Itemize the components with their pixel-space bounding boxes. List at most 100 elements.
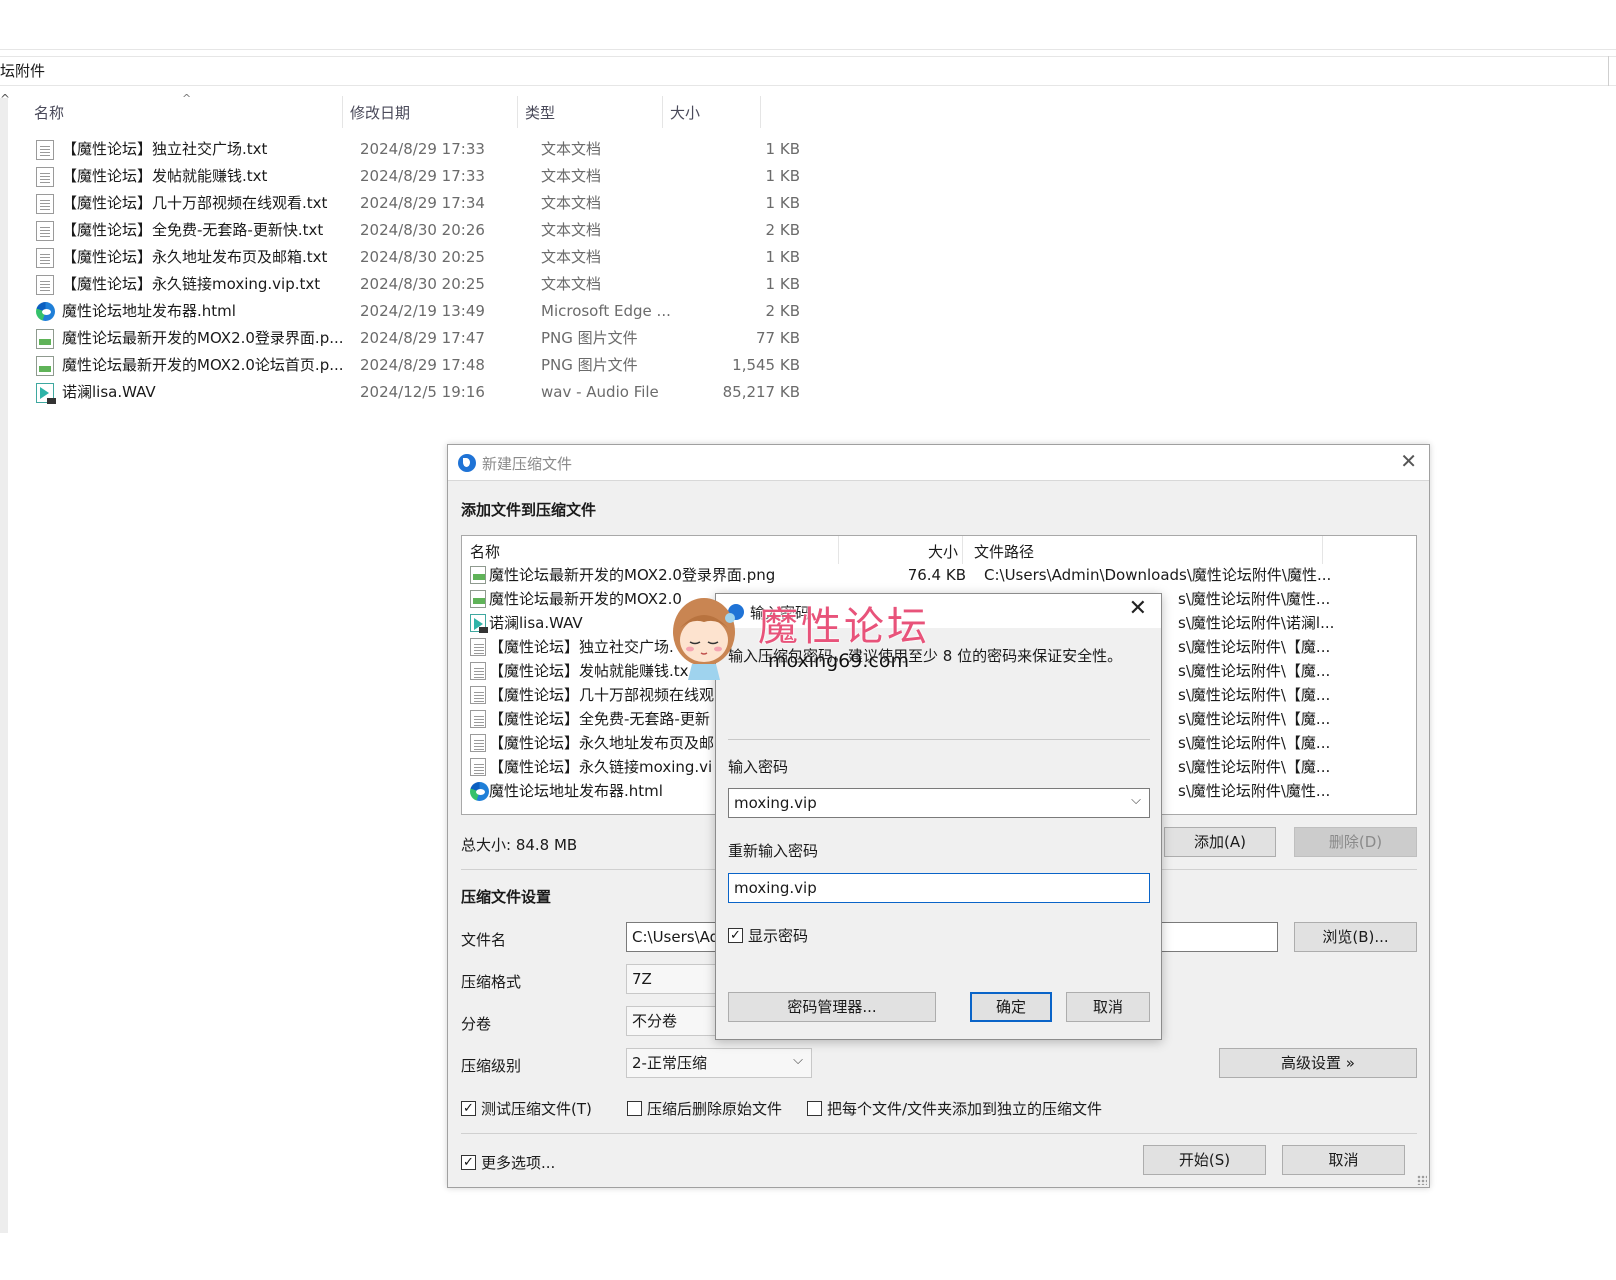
checkbox-unchecked[interactable] [627,1101,642,1116]
close-icon[interactable]: ✕ [1129,596,1147,621]
confirm-password-input[interactable]: moxing.vip [728,873,1150,903]
file-type: 文本文档 [541,248,602,266]
file-row[interactable]: 【魔性论坛】几十万部视频在线观看.txt 2024/8/29 17:34 文本文档 1… [26,190,800,217]
file-name: 【魔性论坛】独立社交广场.txt [62,140,268,158]
file-modified: 2024/8/29 17:48 [360,356,485,374]
file-size: 1 KB [765,167,800,185]
checkbox-checked[interactable] [461,1155,476,1170]
checkbox-checked[interactable] [728,928,743,943]
list-header-path[interactable]: 文件路径 [974,541,1034,562]
item-path: s\魔性论坛附件\【魔... [1178,710,1331,728]
more-options-checkbox[interactable]: 更多选项... [461,1152,555,1173]
list-header-name[interactable]: 名称 [470,541,500,562]
item-path: s\魔性论坛附件\【魔... [1178,758,1331,776]
file-type: Microsoft Edge ... [541,302,671,320]
item-name: 魔性论坛最新开发的MOX2.0 [489,590,682,608]
list-item[interactable]: 魔性论坛最新开发的MOX2.0登录界面.png 76.4 KB C:\Users\A… [462,563,1416,587]
ok-button[interactable]: 确定 [970,992,1052,1022]
browse-button[interactable]: 浏览(B)... [1294,922,1417,952]
file-name: 【魔性论坛】发帖就能赚钱.txt [62,167,268,185]
address-bar-scroll-edge [1608,56,1616,86]
format-label: 压缩格式 [461,973,522,991]
column-divider[interactable] [962,536,963,564]
password-label: 输入密码 [728,758,789,776]
level-select[interactable]: 2-正常压缩 [626,1048,812,1078]
column-divider[interactable] [760,96,761,128]
column-header-size[interactable]: 大小 [670,102,700,123]
text-file-icon [470,734,486,752]
file-row[interactable]: 【魔性论坛】独立社交广场.txt 2024/8/29 17:33 文本文档 1 KB [26,136,800,163]
item-path: s\魔性论坛附件\【魔... [1178,662,1331,680]
column-divider[interactable] [517,96,518,128]
file-type: 文本文档 [541,275,602,293]
file-size: 85,217 KB [722,383,800,401]
file-modified: 2024/8/30 20:25 [360,248,485,266]
column-divider[interactable] [838,536,839,564]
image-file-icon [36,329,54,349]
file-row[interactable]: 【魔性论坛】永久地址发布页及邮箱.txt 2024/8/30 20:25 文本文档 1… [26,244,800,271]
file-row[interactable]: 魔性论坛地址发布器.html 2024/2/19 13:49 Microsoft E… [26,298,800,325]
navigation-pane-scrollbar[interactable]: ^ [0,92,10,1233]
file-row[interactable]: 【魔性论坛】发帖就能赚钱.txt 2024/8/29 17:33 文本文档 1 KB [26,163,800,190]
delete-button[interactable]: 删除(D) [1294,827,1417,857]
dialog-title-bar[interactable]: 新建压缩文件 ✕ [448,445,1429,481]
password-input[interactable]: moxing.vip [728,788,1150,818]
column-header-modified[interactable]: 修改日期 [350,102,410,123]
image-file-icon [36,356,54,376]
file-size: 1 KB [765,248,800,266]
separate-archives-checkbox[interactable]: 把每个文件/文件夹添加到独立的压缩文件 [807,1098,1102,1119]
scroll-up-icon[interactable]: ^ [0,92,10,106]
file-size: 2 KB [765,302,800,320]
cancel-button[interactable]: 取消 [1066,992,1150,1022]
file-row[interactable]: 【魔性论坛】全免费-无套路-更新快.txt 2024/8/30 20:26 文本文档… [26,217,800,244]
file-type: 文本文档 [541,167,602,185]
text-file-icon [470,758,486,776]
list-header-size[interactable]: 大小 [928,541,958,562]
advanced-settings-button[interactable]: 高级设置 » [1219,1048,1417,1078]
column-divider[interactable] [342,96,343,128]
password-dialog-title-bar[interactable]: 输入密码 ✕ [716,594,1161,628]
password-dialog-title: 输入密码 [750,604,811,622]
text-file-icon [470,638,486,656]
file-rows: 【魔性论坛】独立社交广场.txt 2024/8/29 17:33 文本文档 1 KB … [26,136,800,406]
file-row[interactable]: 魔性论坛最新开发的MOX2.0论坛首页.p... 2024/8/29 17:48 P… [26,352,800,379]
resize-grip-icon[interactable] [1417,1175,1427,1185]
checkbox-label: 把每个文件/文件夹添加到独立的压缩文件 [827,1100,1103,1118]
file-modified: 2024/8/30 20:25 [360,275,485,293]
item-path: s\魔性论坛附件\【魔... [1178,734,1331,752]
text-file-icon [36,221,54,241]
file-row[interactable]: 魔性论坛最新开发的MOX2.0登录界面.p... 2024/8/29 17:47 P… [26,325,800,352]
show-password-checkbox[interactable]: 显示密码 [728,925,808,946]
add-button[interactable]: 添加(A) [1164,827,1276,857]
text-file-icon [36,140,54,160]
checkbox-unchecked[interactable] [807,1101,822,1116]
password-manager-button[interactable]: 密码管理器... [728,992,936,1022]
checkbox-checked[interactable] [461,1101,476,1116]
address-bar[interactable]: 坛附件 [0,56,1616,86]
item-name: 【魔性论坛】独立社交广场. [489,638,674,656]
column-header-type[interactable]: 类型 [525,102,555,123]
file-modified: 2024/8/29 17:33 [360,167,485,185]
add-files-section-title: 添加文件到压缩文件 [461,501,597,519]
divider [461,1133,1417,1134]
checkbox-label: 更多选项... [481,1154,556,1172]
close-icon[interactable]: ✕ [1400,449,1417,473]
file-row[interactable]: 【魔性论坛】永久链接moxing.vip.txt 2024/8/30 20:25 文… [26,271,800,298]
item-name: 诺澜lisa.WAV [489,614,583,632]
file-modified: 2024/12/5 19:16 [360,383,485,401]
delete-after-checkbox[interactable]: 压缩后删除原始文件 [627,1098,782,1119]
file-type: PNG 图片文件 [541,356,638,374]
archiver-app-icon [728,604,744,620]
image-file-icon [470,590,486,608]
file-name: 【魔性论坛】全免费-无套路-更新快.txt [62,221,324,239]
item-name: 【魔性论坛】全免费-无套路-更新 [489,710,710,728]
column-divider[interactable] [662,96,663,128]
test-archive-checkbox[interactable]: 测试压缩文件(T) [461,1098,592,1119]
text-file-icon [470,686,486,704]
cancel-button[interactable]: 取消 [1282,1145,1405,1175]
file-row[interactable]: 诺澜lisa.WAV 2024/12/5 19:16 wav - Audio Fil… [26,379,800,406]
column-divider[interactable] [1322,536,1323,564]
column-header-name[interactable]: 名称 [34,102,64,123]
start-button[interactable]: 开始(S) [1143,1145,1266,1175]
file-size: 1,545 KB [732,356,800,374]
